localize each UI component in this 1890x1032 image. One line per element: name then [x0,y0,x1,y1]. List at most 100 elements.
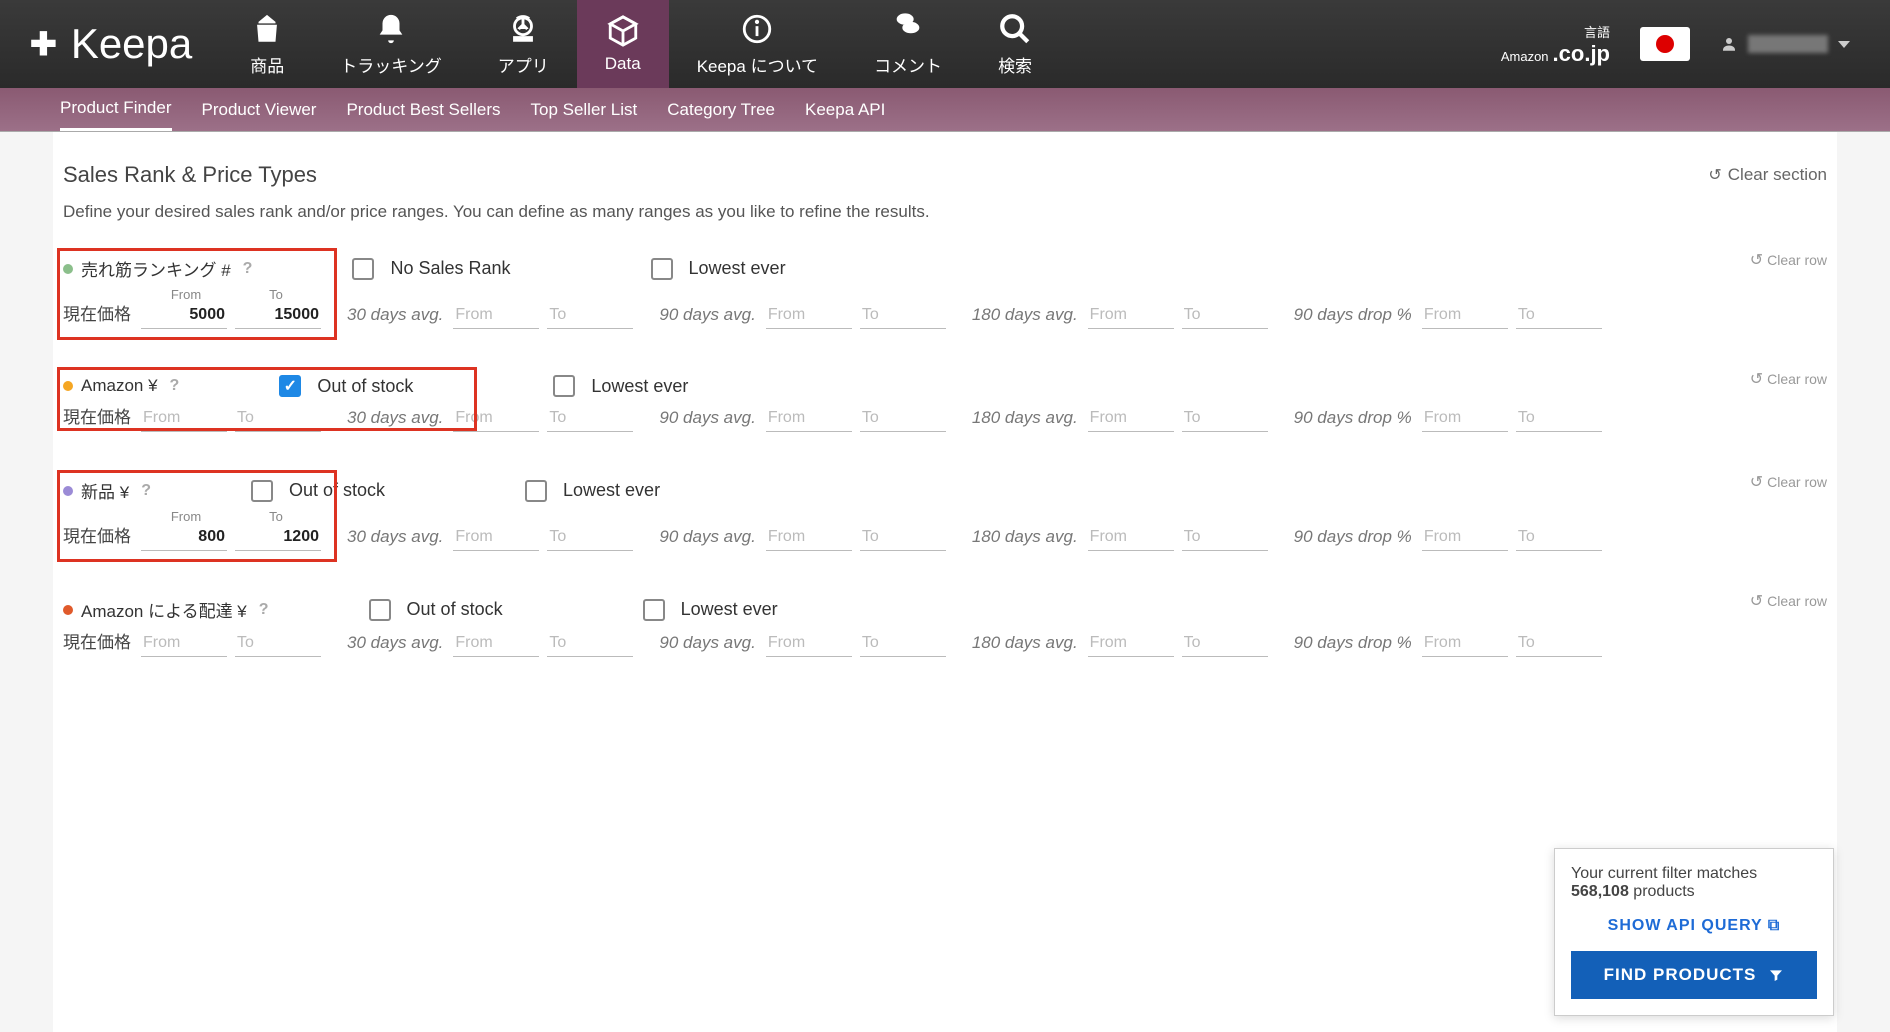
tab-category-tree[interactable]: Category Tree [667,90,775,130]
help-icon[interactable]: ? [259,601,269,619]
show-api-query-button[interactable]: SHOW API QUERY ⧉ [1571,917,1817,935]
avg30-from-input[interactable] [453,302,539,329]
checkbox-out_of_stock[interactable] [251,480,273,502]
current-from-input[interactable] [141,405,227,432]
help-icon[interactable]: ? [243,260,253,278]
help-icon[interactable]: ? [170,377,180,395]
clear-row-button[interactable]: Clear row [1750,472,1827,492]
clear-row-button[interactable]: Clear row [1750,369,1827,389]
nav-icon [891,12,925,46]
clear-row-button[interactable]: Clear row [1750,591,1827,611]
logo[interactable]: ✚ Keepa [0,20,222,68]
results-panel: Your current filter matches 568,108 prod… [1554,848,1834,1016]
tab-top-seller-list[interactable]: Top Seller List [530,90,637,130]
avg180-label: 180 days avg. [972,633,1078,657]
avg90-from-input[interactable] [766,630,852,657]
checkbox-out_of_stock[interactable] [369,599,391,621]
nav-検索[interactable]: 検索 [970,0,1060,88]
drop90-from-input[interactable] [1422,405,1508,432]
avg180-label: 180 days avg. [972,527,1078,551]
drop90-from-input[interactable] [1422,630,1508,657]
avg30-to-input[interactable] [547,405,633,432]
avg180-to-input[interactable] [1182,405,1268,432]
checkbox-label: Lowest ever [689,258,786,279]
chevron-down-icon [1838,41,1850,48]
checkbox-lowest-ever[interactable] [525,480,547,502]
drop90-to-input[interactable] [1516,405,1602,432]
avg180-from-input[interactable] [1088,405,1174,432]
nav-コメント[interactable]: コメント [846,0,970,88]
avg180-from-input[interactable] [1088,630,1174,657]
current-from-input[interactable] [141,524,227,551]
find-products-button[interactable]: FIND PRODUCTS [1571,951,1817,999]
avg30-to-input[interactable] [547,524,633,551]
avg90-from-input[interactable] [766,405,852,432]
help-icon[interactable]: ? [141,482,151,500]
current-price-label: 現在価格 [63,628,131,657]
drop90-from-input[interactable] [1422,524,1508,551]
nav-keepa-について[interactable]: Keepa について [669,0,846,88]
avg180-to-input[interactable] [1182,524,1268,551]
avg180-from-input[interactable] [1088,524,1174,551]
clear-row-button[interactable]: Clear row [1750,250,1827,270]
checkbox-lowest-ever[interactable] [553,375,575,397]
tab-product-best-sellers[interactable]: Product Best Sellers [346,90,500,130]
drop90-label: 90 days drop % [1294,305,1412,329]
checkbox-no_sales_rank[interactable] [352,258,374,280]
filter-icon [1768,967,1784,983]
current-from-input[interactable] [141,630,227,657]
avg30-from-input[interactable] [453,524,539,551]
nav-商品[interactable]: 商品 [222,0,312,88]
current-from-input[interactable] [141,302,227,329]
checkbox-lowest-ever[interactable] [643,599,665,621]
nav-アプリ[interactable]: アプリ [470,0,577,88]
avg90-to-input[interactable] [860,630,946,657]
drop90-to-input[interactable] [1516,524,1602,551]
flag-japan-icon[interactable] [1640,27,1690,61]
avg30-from-input[interactable] [453,630,539,657]
nav-data[interactable]: Data [577,0,669,88]
avg90-from-input[interactable] [766,524,852,551]
current-price-label: 現在価格 [63,300,131,329]
checkbox-out_of_stock[interactable] [279,375,301,397]
logo-text: Keepa [71,20,192,68]
checkbox-label: Lowest ever [563,480,660,501]
tab-keepa-api[interactable]: Keepa API [805,90,885,130]
drop90-to-input[interactable] [1516,630,1602,657]
bullet-icon [63,605,73,615]
avg90-to-input[interactable] [860,302,946,329]
avg30-from-input[interactable] [453,405,539,432]
avg90-from-input[interactable] [766,302,852,329]
current-price-label: 現在価格 [63,403,131,432]
avg30-label: 30 days avg. [347,633,443,657]
tab-product-finder[interactable]: Product Finder [60,88,172,131]
current-to-input[interactable] [235,524,321,551]
row-title: 新品 ¥ [81,478,129,503]
user-menu[interactable] [1720,35,1850,53]
bullet-icon [63,264,73,274]
section-description: Define your desired sales rank and/or pr… [53,202,1837,250]
top-nav: ✚ Keepa 商品トラッキングアプリDataKeepa についてコメント検索 … [0,0,1890,88]
tab-product-viewer[interactable]: Product Viewer [202,90,317,130]
current-to-input[interactable] [235,302,321,329]
avg30-to-input[interactable] [547,630,633,657]
drop90-to-input[interactable] [1516,302,1602,329]
avg180-to-input[interactable] [1182,630,1268,657]
avg90-label: 90 days avg. [659,408,755,432]
avg90-label: 90 days avg. [659,305,755,329]
avg180-to-input[interactable] [1182,302,1268,329]
avg30-label: 30 days avg. [347,527,443,551]
avg90-to-input[interactable] [860,524,946,551]
drop90-from-input[interactable] [1422,302,1508,329]
avg30-to-input[interactable] [547,302,633,329]
language-block[interactable]: 言語 Amazon.co.jp [1501,22,1610,67]
current-to-input[interactable] [235,405,321,432]
nav-トラッキング[interactable]: トラッキング [312,0,470,88]
clear-section-button[interactable]: Clear section [1708,165,1827,185]
reset-icon [1750,369,1763,389]
username-blurred [1748,35,1828,53]
avg180-from-input[interactable] [1088,302,1174,329]
checkbox-lowest-ever[interactable] [651,258,673,280]
avg90-to-input[interactable] [860,405,946,432]
current-to-input[interactable] [235,630,321,657]
